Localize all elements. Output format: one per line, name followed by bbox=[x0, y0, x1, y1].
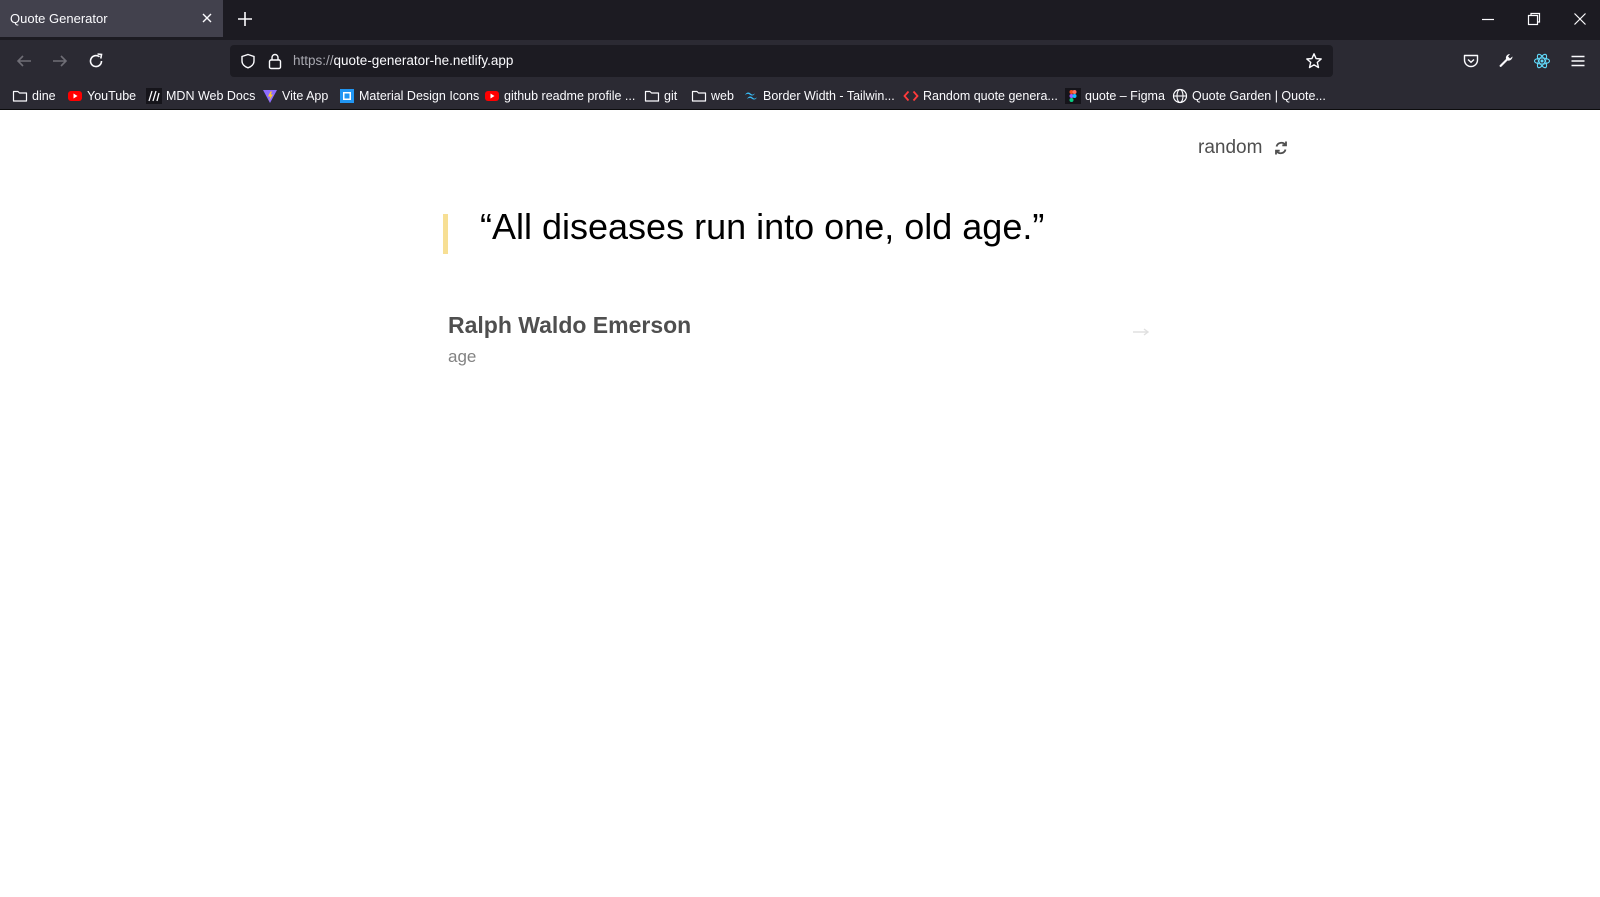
bookmark-label: Quote Garden | Quote... bbox=[1192, 89, 1326, 103]
bookmark-dine[interactable]: dine bbox=[12, 87, 56, 105]
bookmarks-toolbar: dine YouTube MDN Web Docs Vite App Mater… bbox=[0, 82, 1600, 110]
bookmark-github-readme-profile[interactable]: github readme profile ... bbox=[484, 87, 635, 105]
bookmark-border-width-tailwind[interactable]: Border Width - Tailwin... bbox=[743, 87, 895, 105]
menu-icon[interactable] bbox=[1569, 52, 1587, 70]
back-icon[interactable] bbox=[15, 52, 33, 70]
bookmark-label: Vite App bbox=[282, 89, 329, 103]
globe-icon bbox=[1172, 88, 1188, 104]
quote-genre: age bbox=[448, 347, 477, 366]
youtube-icon bbox=[68, 91, 82, 101]
author-name: Ralph Waldo Emerson bbox=[448, 312, 692, 338]
bookmark-quote-figma[interactable]: quote – Figma bbox=[1065, 87, 1165, 105]
bookmark-git[interactable]: git bbox=[644, 87, 677, 105]
arrow-right-icon bbox=[1133, 328, 1150, 336]
folder-icon bbox=[12, 90, 28, 102]
navigation-bar: https://quote-generator-he.netlify.app bbox=[0, 40, 1600, 82]
close-tab-icon[interactable] bbox=[198, 9, 216, 27]
folder-icon bbox=[691, 90, 707, 102]
bookmark-label: web bbox=[711, 89, 734, 103]
minimize-icon[interactable] bbox=[1480, 11, 1496, 27]
bookmark-label: MDN Web Docs bbox=[166, 89, 256, 103]
vite-icon bbox=[263, 90, 277, 103]
bookmark-quote-garden[interactable]: Quote Garden | Quote... bbox=[1172, 87, 1326, 105]
bookmark-label: Random quote genera... bbox=[923, 89, 1058, 103]
react-devtools-icon[interactable] bbox=[1533, 52, 1551, 70]
bookmark-youtube[interactable]: YouTube bbox=[67, 87, 136, 105]
folder-icon bbox=[644, 90, 660, 102]
bookmark-label: Material Design Icons bbox=[359, 89, 480, 103]
author-button[interactable]: Ralph Waldo Emerson age bbox=[448, 312, 1156, 378]
bookmark-vite-app[interactable]: Vite App bbox=[262, 87, 328, 105]
page-content: random “All diseases run into one, old a… bbox=[0, 110, 1600, 897]
address-bar[interactable]: https://quote-generator-he.netlify.app bbox=[230, 45, 1333, 77]
bookmark-label: YouTube bbox=[87, 89, 137, 103]
url-protocol: https:// bbox=[293, 53, 334, 68]
url-text[interactable]: https://quote-generator-he.netlify.app bbox=[293, 53, 513, 68]
figma-icon bbox=[1065, 88, 1081, 104]
bookmark-label: Border Width - Tailwin... bbox=[763, 89, 895, 103]
refresh-icon bbox=[1275, 141, 1288, 155]
bookmark-label: dine bbox=[32, 89, 56, 103]
bookmark-mdn[interactable]: MDN Web Docs bbox=[146, 87, 255, 105]
new-tab-icon[interactable] bbox=[236, 10, 254, 28]
shield-icon[interactable] bbox=[240, 53, 256, 69]
wrench-icon[interactable] bbox=[1497, 52, 1515, 70]
restore-icon[interactable] bbox=[1526, 11, 1542, 27]
bookmark-star-icon[interactable] bbox=[1305, 52, 1323, 70]
random-button[interactable]: random bbox=[1198, 136, 1290, 160]
bookmark-label: git bbox=[664, 89, 678, 103]
material-design-icon bbox=[340, 89, 354, 103]
code-icon bbox=[903, 90, 919, 102]
bookmark-material-design-icons[interactable]: Material Design Icons bbox=[339, 87, 479, 105]
quote-accent-bar bbox=[443, 214, 448, 254]
pocket-icon[interactable] bbox=[1462, 52, 1480, 70]
reload-icon[interactable] bbox=[87, 52, 105, 70]
tab-quote-generator[interactable]: Quote Generator bbox=[0, 0, 223, 37]
bookmark-random-quote-generator[interactable]: Random quote genera... bbox=[903, 87, 1058, 105]
close-window-icon[interactable] bbox=[1572, 11, 1588, 27]
forward-icon[interactable] bbox=[51, 52, 69, 70]
bookmark-web[interactable]: web bbox=[691, 87, 734, 105]
lock-icon[interactable] bbox=[267, 52, 283, 70]
youtube-icon bbox=[485, 91, 499, 101]
tailwind-icon bbox=[745, 92, 757, 100]
url-host: quote-generator-he.netlify.app bbox=[333, 53, 514, 68]
tab-bar: Quote Generator bbox=[0, 0, 1600, 40]
bookmark-label: quote – Figma bbox=[1085, 89, 1165, 103]
bookmark-label: github readme profile ... bbox=[504, 89, 636, 103]
mdn-icon bbox=[146, 88, 162, 104]
random-label: random bbox=[1198, 137, 1263, 158]
quote-text: “All diseases run into one, old age.” bbox=[480, 206, 1045, 247]
tab-title: Quote Generator bbox=[10, 11, 108, 26]
